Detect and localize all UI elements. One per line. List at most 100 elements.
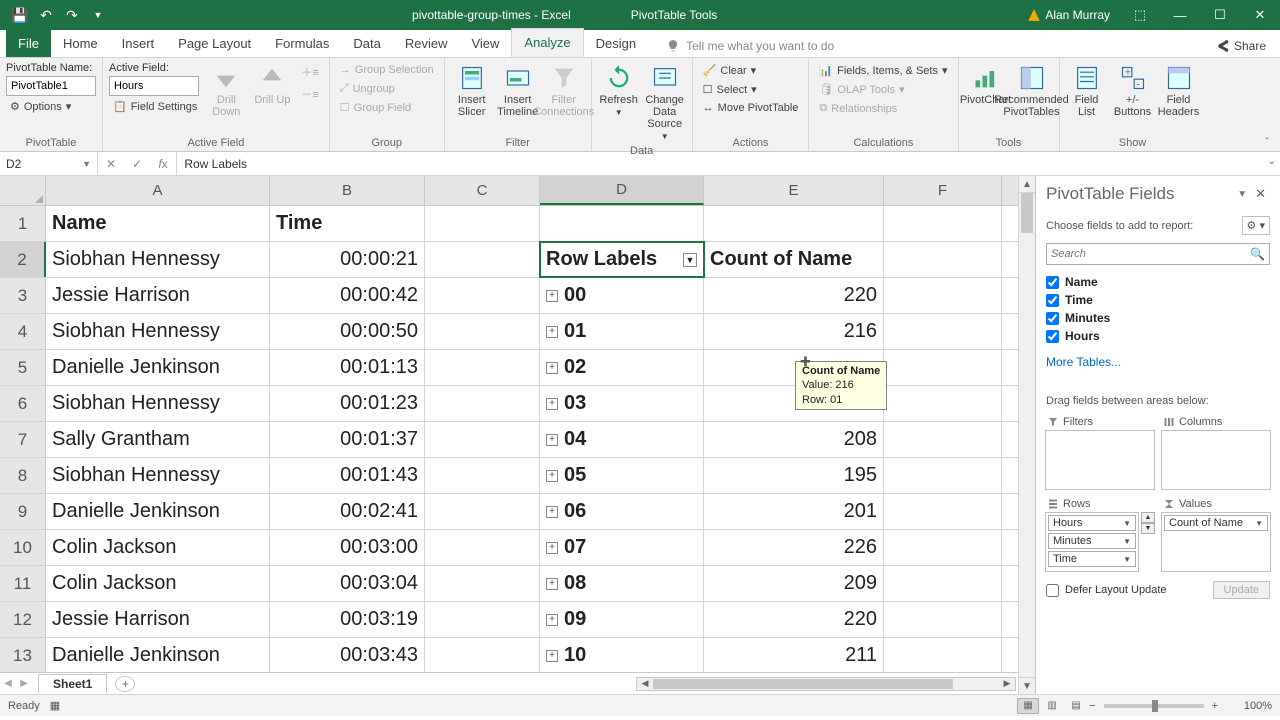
tell-me-search[interactable]: Tell me what you want to do <box>658 35 842 57</box>
add-sheet-button[interactable]: + <box>115 676 135 692</box>
filter-connections-button[interactable]: Filter Connections <box>543 62 585 120</box>
sheet-nav-next-icon[interactable]: ▶ <box>16 678 32 689</box>
pivottable-name-input[interactable] <box>6 76 96 96</box>
col-header-b[interactable]: B <box>270 176 425 205</box>
maximize-icon[interactable]: ☐ <box>1202 0 1238 30</box>
ribbon-display-icon[interactable]: ⬚ <box>1122 0 1158 30</box>
cell[interactable] <box>884 350 1002 385</box>
group-field-button[interactable]: ☐ Group Field <box>336 99 438 116</box>
cell[interactable] <box>704 206 884 241</box>
zoom-level[interactable]: 100% <box>1226 700 1272 712</box>
move-pivottable-button[interactable]: ↔ Move PivotTable <box>699 100 803 116</box>
pane-layout-dropdown-icon[interactable]: ▼ <box>1233 189 1251 200</box>
olap-tools-button[interactable]: 🛢 OLAP Tools ▾ <box>815 81 951 98</box>
col-header-e[interactable]: E <box>704 176 884 205</box>
field-checkbox[interactable] <box>1046 294 1059 307</box>
select-all-cell[interactable] <box>0 176 46 205</box>
cell[interactable]: +07 <box>540 530 704 565</box>
cell[interactable] <box>425 566 540 601</box>
row-header[interactable]: 13 <box>0 638 46 672</box>
cell[interactable]: 226 <box>704 530 884 565</box>
cell[interactable]: +09 <box>540 602 704 637</box>
row-header[interactable]: 2 <box>0 242 46 277</box>
change-data-source-button[interactable]: Change Data Source▼ <box>644 62 686 143</box>
cell[interactable]: 00:03:43 <box>270 638 425 672</box>
cell[interactable]: 216 <box>704 314 884 349</box>
cell[interactable] <box>884 602 1002 637</box>
qat-customize-icon[interactable]: ▼ <box>86 3 110 27</box>
cell[interactable] <box>425 458 540 493</box>
tab-file[interactable]: File <box>6 30 51 57</box>
cell[interactable]: Row Labels▼ <box>540 242 704 277</box>
filters-area[interactable]: Filters <box>1044 413 1156 491</box>
page-layout-view-icon[interactable]: ▥ <box>1041 698 1063 714</box>
drill-down-button[interactable]: Drill Down <box>205 62 247 120</box>
cell[interactable]: 211 <box>704 638 884 672</box>
expand-icon[interactable]: + <box>546 650 558 662</box>
cell[interactable]: +01 <box>540 314 704 349</box>
cell[interactable] <box>425 206 540 241</box>
row-header[interactable]: 10 <box>0 530 46 565</box>
cell[interactable] <box>425 350 540 385</box>
row-header[interactable]: 5 <box>0 350 46 385</box>
row-header[interactable]: 9 <box>0 494 46 529</box>
cell[interactable]: 195 <box>704 458 884 493</box>
cell[interactable] <box>884 386 1002 421</box>
cell[interactable]: Jessie Harrison <box>46 278 270 313</box>
cell[interactable]: 00:01:23 <box>270 386 425 421</box>
cell[interactable]: +10 <box>540 638 704 672</box>
cell[interactable]: +00 <box>540 278 704 313</box>
collapse-ribbon-icon[interactable]: ˇ <box>1258 135 1276 149</box>
recommended-pivottables-button[interactable]: Recommended PivotTables <box>1011 62 1053 120</box>
cell[interactable]: Siobhan Hennessy <box>46 386 270 421</box>
cell[interactable]: +04 <box>540 422 704 457</box>
row-header[interactable]: 8 <box>0 458 46 493</box>
cancel-formula-icon[interactable]: ✕ <box>98 157 124 171</box>
cell[interactable] <box>884 566 1002 601</box>
expand-icon[interactable]: + <box>546 290 558 302</box>
cell[interactable]: Time <box>270 206 425 241</box>
field-settings-button[interactable]: 📋 Field Settings <box>109 98 201 115</box>
columns-area[interactable]: Columns <box>1160 413 1272 491</box>
minimize-icon[interactable]: — <box>1162 0 1198 30</box>
cell[interactable] <box>884 278 1002 313</box>
cell[interactable]: Danielle Jenkinson <box>46 350 270 385</box>
clear-button[interactable]: 🧹 Clear ▾ <box>699 62 803 79</box>
cell[interactable]: Siobhan Hennessy <box>46 458 270 493</box>
tab-page-layout[interactable]: Page Layout <box>166 30 263 57</box>
zoom-in-icon[interactable]: + <box>1212 700 1218 712</box>
row-header[interactable]: 11 <box>0 566 46 601</box>
row-labels-dropdown-icon[interactable]: ▼ <box>683 253 697 267</box>
refresh-button[interactable]: Refresh▼ <box>598 62 640 119</box>
area-pill[interactable]: Hours▼ <box>1048 515 1136 531</box>
cell[interactable] <box>425 602 540 637</box>
cell[interactable]: 00:03:19 <box>270 602 425 637</box>
cell[interactable]: 00:00:21 <box>270 242 425 277</box>
area-pill[interactable]: Count of Name▼ <box>1164 515 1268 531</box>
cell[interactable]: +08 <box>540 566 704 601</box>
cell[interactable]: Danielle Jenkinson <box>46 494 270 529</box>
undo-icon[interactable]: ↶ <box>34 3 58 27</box>
row-header[interactable]: 1 <box>0 206 46 241</box>
area-pill[interactable]: Minutes▼ <box>1048 533 1136 549</box>
expand-icon[interactable]: + <box>546 470 558 482</box>
rows-area[interactable]: Rows Hours▼Minutes▼Time▼ ▲▼ <box>1044 495 1156 573</box>
row-header[interactable]: 7 <box>0 422 46 457</box>
drill-up-button[interactable]: Drill Up <box>251 62 293 108</box>
tab-design[interactable]: Design <box>584 30 648 57</box>
expand-icon[interactable]: + <box>546 434 558 446</box>
cell[interactable]: 00:03:00 <box>270 530 425 565</box>
fields-items-sets-button[interactable]: 📊 Fields, Items, & Sets ▾ <box>815 62 951 79</box>
cell[interactable]: Colin Jackson <box>46 566 270 601</box>
fx-icon[interactable]: fx <box>150 157 176 171</box>
tab-data[interactable]: Data <box>341 30 392 57</box>
plus-minus-buttons-button[interactable]: +-+/- Buttons <box>1112 62 1154 120</box>
cell[interactable]: Danielle Jenkinson <box>46 638 270 672</box>
expand-field-button[interactable]: ＋≡ <box>297 62 322 82</box>
rows-up-icon[interactable]: ▲ <box>1141 512 1155 523</box>
field-item[interactable]: Time <box>1046 291 1270 309</box>
cell[interactable] <box>425 530 540 565</box>
cell[interactable]: +05 <box>540 458 704 493</box>
cell[interactable] <box>425 314 540 349</box>
close-icon[interactable]: ✕ <box>1242 0 1278 30</box>
